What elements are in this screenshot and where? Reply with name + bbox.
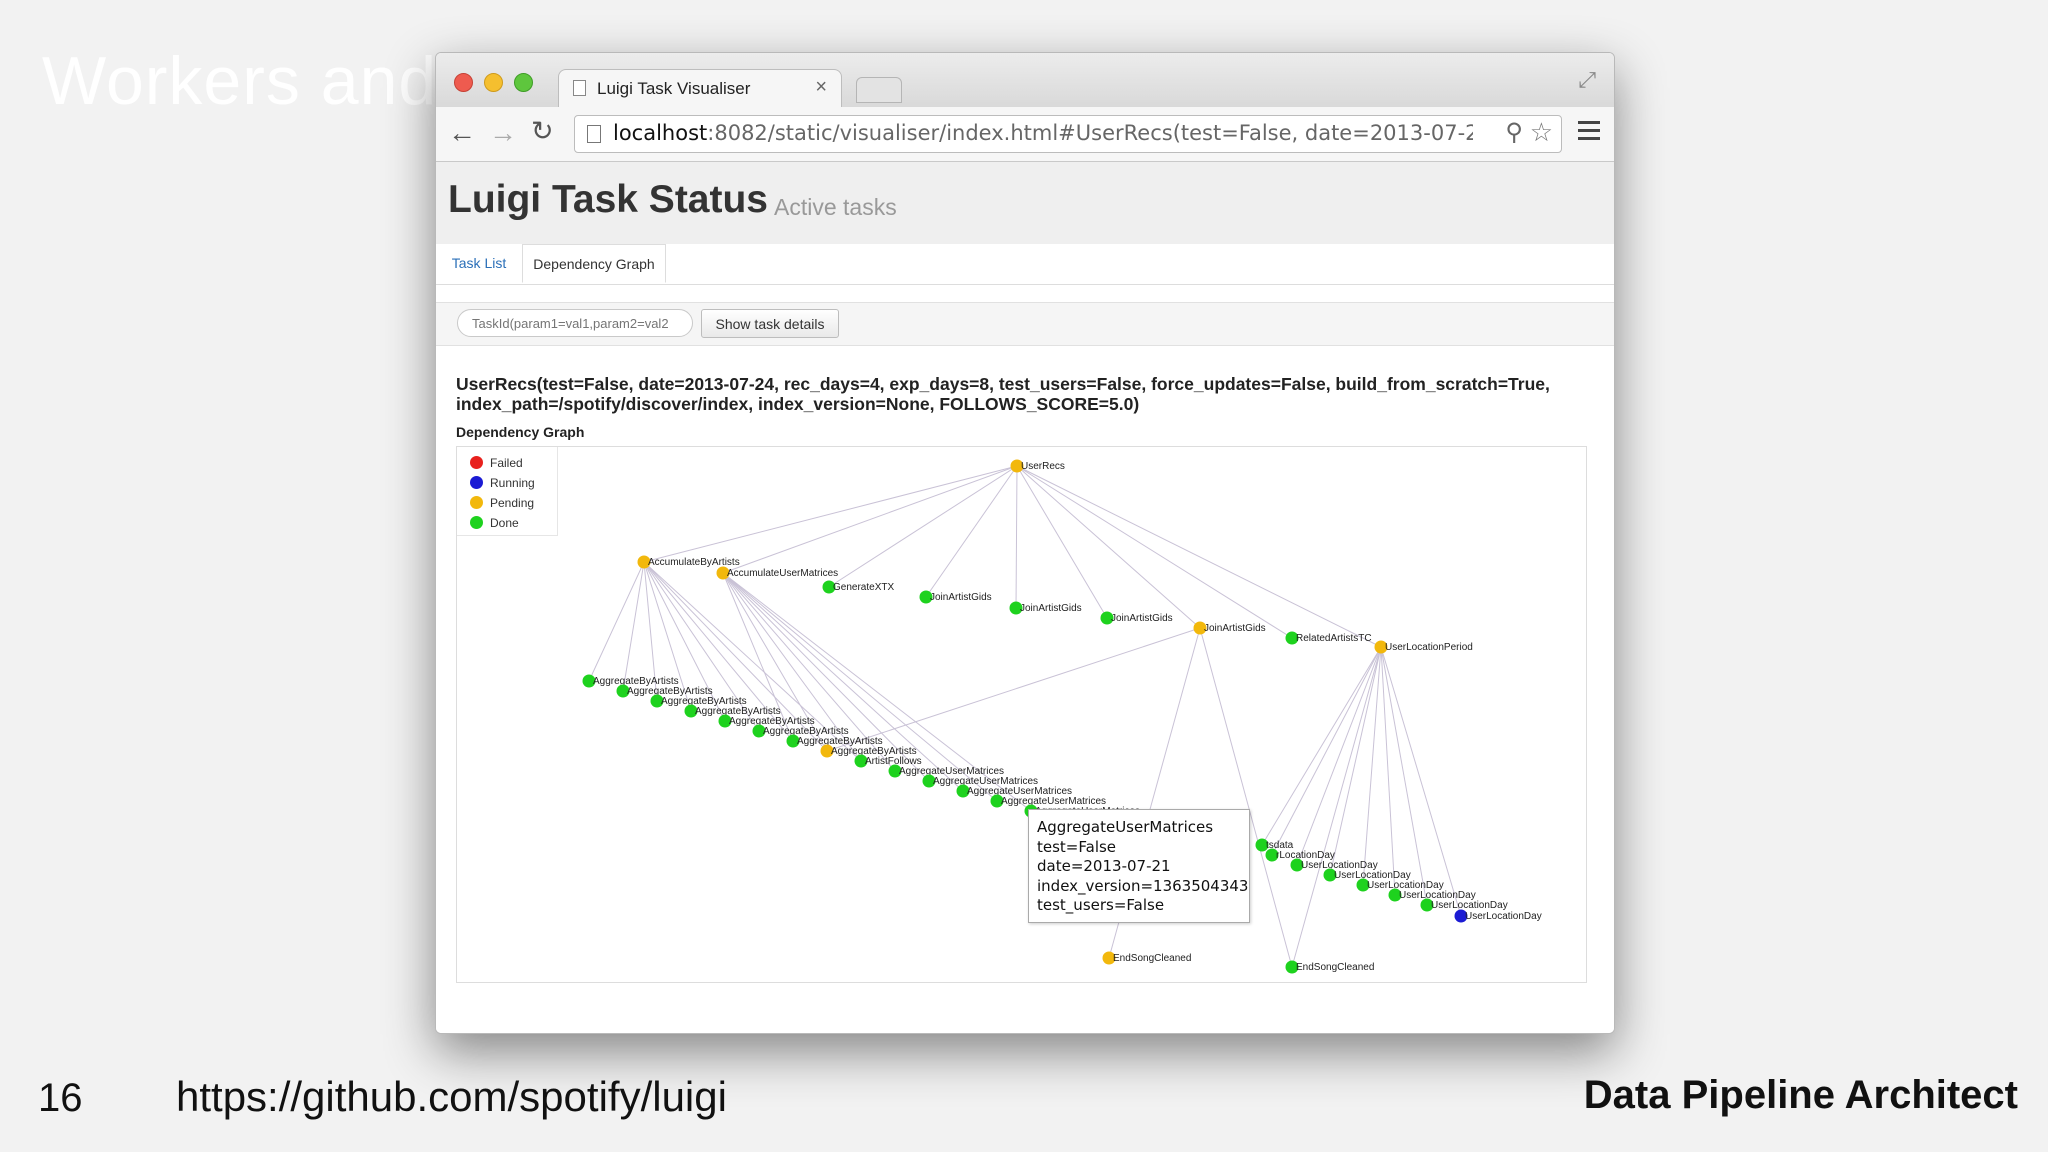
pending-dot [470,496,483,510]
browser-window: Luigi Task Visualiser × ⤢ ← → ↻ localhos… [435,52,1615,1034]
graph-node-label: RelatedArtistsTC [1296,633,1372,644]
tab-dependency-graph[interactable]: Dependency Graph [522,244,666,283]
node-tooltip: AggregateUserMatrices test=False date=20… [1028,809,1250,923]
back-arrow-icon[interactable]: ← [448,117,476,149]
done-dot [470,516,483,530]
slide-brand: Data Pipeline Architect [1583,1073,2018,1117]
graph-edge [1016,465,1382,648]
new-tab-button[interactable] [856,77,902,103]
graph-node-label: UserLocationDay [1465,911,1542,922]
graph-edge [1362,646,1382,886]
page-content: Luigi Task Status Active tasks Task List… [436,162,1614,1033]
legend: Failed Running Pending Done [457,447,558,536]
tooltip-task-name: AggregateUserMatrices [1037,818,1214,836]
failed-dot [470,456,483,470]
page-icon [573,80,586,96]
tab-close-icon[interactable]: × [815,76,827,99]
minimize-window-button[interactable] [484,73,503,92]
task-id-input[interactable] [457,309,693,337]
graph-node-label: JoinArtistGids [1020,603,1082,614]
tab-title: Luigi Task Visualiser [597,79,751,98]
fullscreen-icon[interactable]: ⤢ [1578,67,1596,93]
url-host: localhost [613,121,708,145]
close-window-button[interactable] [454,73,473,92]
address-bar[interactable]: localhost:8082/static/visualiser/index.h… [574,115,1562,153]
graph-canvas: UserRecs AccumulateByArtistsAccumulateUse… [582,459,1542,974]
graph-node-label: AccumulateUserMatrices [727,568,838,579]
reload-icon[interactable]: ↻ [531,116,554,147]
slide-url: https://github.com/spotify/luigi [176,1073,727,1120]
graph-edge [588,561,645,682]
forward-arrow-icon[interactable]: → [489,117,517,149]
graph-edge [1329,646,1382,876]
slide-title: Workers and [42,43,438,119]
graph-edge [1291,646,1382,968]
graph-edge [722,465,1018,574]
dependency-graph: UserRecs AccumulateByArtists AccumulateUse… [456,446,1587,983]
browser-toolbar: ← → ↻ localhost:8082/static/visualiser/i… [436,107,1614,162]
graph-edge [1271,646,1382,856]
page-header: Luigi Task Status Active tasks [436,162,1614,244]
tooltip-param: test_users=False [1037,896,1165,914]
page-title: Luigi Task Status [448,178,768,221]
graph-node-label: EndSongCleaned [1113,953,1191,964]
legend-item-failed: Failed [470,455,523,471]
graph-node-label: JoinArtistGids [1111,613,1173,624]
tooltip-param: test=False [1037,837,1117,856]
graph-edge [1261,646,1382,846]
graph-node-label: EndSongCleaned [1296,962,1374,973]
show-task-details-button[interactable]: Show task details [701,309,839,338]
menu-icon[interactable] [1578,121,1600,145]
zoom-window-button[interactable] [514,73,533,92]
slide-page-number: 16 [38,1076,83,1120]
graph-node-label: UserRecs [1021,461,1065,472]
task-heading-line-2: index_path=/spotify/discover/index, inde… [456,394,1140,414]
legend-item-done: Done [470,515,519,531]
graph-node-label: AccumulateByArtists [648,557,740,568]
graph-edge [1296,646,1382,866]
url-text[interactable]: localhost:8082/static/visualiser/index.h… [613,121,1473,145]
running-dot [470,476,483,490]
page-icon [587,125,601,143]
graph-edge [828,465,1018,588]
task-heading: UserRecs(test=False, date=2013-07-24, re… [456,374,1596,414]
magnifier-icon[interactable]: ⚲ [1505,118,1523,147]
task-heading-line-1: UserRecs(test=False, date=2013-07-24, re… [456,374,1550,394]
tooltip-param: date=2013-07-21 [1037,857,1171,875]
graph-node-label: GenerateXTX [833,582,894,593]
graph-edge [1015,465,1018,609]
legend-item-pending: Pending [470,495,534,511]
graph-edge [643,465,1018,563]
graph-edge [622,561,645,692]
graph-node-label: UserLocationPeriod [1385,642,1473,653]
page-subtitle: Active tasks [774,194,897,220]
nav-tabs: Task List Dependency Graph [436,244,1614,285]
dependency-graph-label: Dependency Graph [456,424,585,440]
tab-task-list[interactable]: Task List [436,244,522,283]
title-bar: Luigi Task Visualiser × ⤢ [436,53,1614,108]
filter-bar: Show task details [436,302,1614,346]
browser-tab[interactable]: Luigi Task Visualiser × [558,69,842,108]
url-path: :8082/static/visualiser/index.html#UserR… [707,121,1473,145]
graph-edge [826,627,1201,752]
tooltip-param: index_version=1363504343 [1037,876,1249,895]
graph-edge [722,572,964,792]
graph-node-label: JoinArtistGids [1204,623,1266,634]
legend-item-running: Running [470,475,535,491]
graph-node-label: JoinArtistGids [930,592,992,603]
bookmark-star-icon[interactable]: ☆ [1530,117,1553,148]
graph-node-label: UserLocationDay [1431,900,1508,911]
